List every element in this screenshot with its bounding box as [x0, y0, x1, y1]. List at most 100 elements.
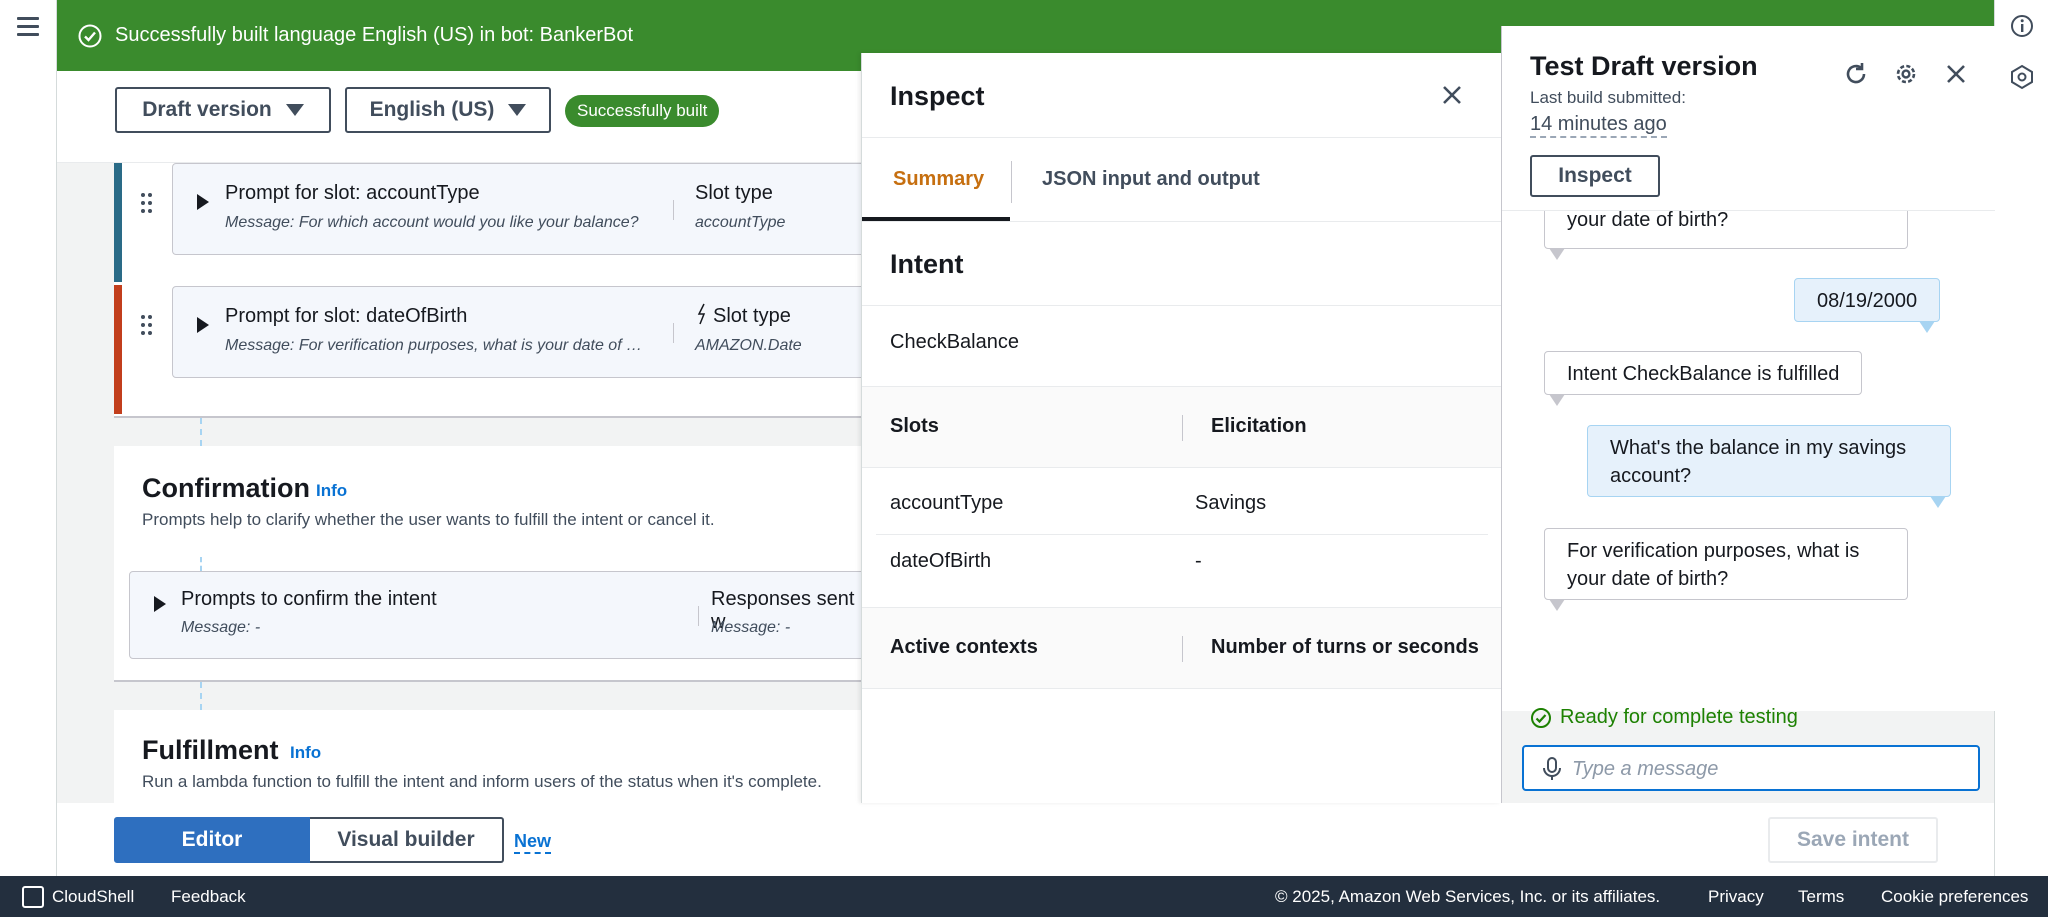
turns-header: Number of turns or seconds: [1211, 636, 1479, 658]
active-contexts-header: Active contexts: [890, 636, 1038, 658]
header-toolbar: Draft version English (US) Successfully …: [57, 71, 861, 163]
flow-connector: [200, 418, 202, 446]
caret-down-icon: [508, 104, 527, 116]
intent-heading: Intent: [890, 249, 964, 279]
ready-text: Ready for complete testing: [1560, 706, 1798, 728]
divider: [698, 606, 699, 626]
slot-prompt-row[interactable]: Prompt for slot: dateOfBirth Message: Fo…: [172, 286, 861, 378]
test-panel: Test Draft version Last build submitted:…: [1501, 26, 1995, 803]
slot-value: Savings: [1195, 492, 1267, 514]
slot-title: Prompt for slot: accountType: [225, 182, 480, 204]
elicitation-header: Elicitation: [1211, 415, 1307, 437]
fulfillment-title: Fulfillment: [142, 735, 279, 765]
menu-icon[interactable]: [17, 17, 39, 37]
drag-handle-icon[interactable]: [141, 315, 155, 337]
gear-icon[interactable]: [1892, 60, 1920, 88]
tab-summary[interactable]: Summary: [893, 168, 984, 191]
slot-name: dateOfBirth: [890, 550, 992, 572]
test-panel-header: Test Draft version Last build submitted:…: [1502, 26, 1995, 211]
version-dropdown[interactable]: Draft version: [115, 87, 331, 133]
divider: [876, 534, 1488, 535]
drag-handle-icon[interactable]: [141, 193, 155, 215]
last-build-label: Last build submitted:: [1530, 88, 1686, 107]
flow-connector: [200, 682, 202, 710]
divider: [862, 305, 1502, 306]
editor-tab[interactable]: Editor: [114, 817, 310, 863]
info-icon[interactable]: [2009, 13, 2035, 39]
cloudshell-icon[interactable]: [22, 886, 44, 908]
slot-prompt-row[interactable]: Prompt for slot: accountType Message: Fo…: [172, 163, 861, 255]
chat-message-user: What's the balance in my savings account…: [1587, 425, 1951, 508]
chat-message-text: 08/19/2000: [1817, 290, 1918, 312]
divider: [1011, 161, 1012, 203]
slot-type-label: Slot type: [713, 305, 791, 327]
slot-message: Message: For which account would you lik…: [225, 214, 639, 231]
expand-icon[interactable]: [154, 596, 166, 612]
fulfillment-info-link[interactable]: Info: [290, 743, 321, 763]
refresh-icon[interactable]: [1842, 60, 1870, 88]
confirmation-info-link[interactable]: Info: [316, 481, 347, 501]
ready-status: Ready for complete testing: [1530, 706, 1798, 729]
lex-icon[interactable]: [2009, 64, 2035, 90]
intent-editor: Prompt for slot: accountType Message: Fo…: [57, 163, 861, 803]
privacy-link[interactable]: Privacy: [1708, 887, 1764, 907]
slot-message: Message: For verification purposes, what…: [225, 337, 645, 354]
check-circle-icon: [1531, 707, 1551, 728]
slots-table-header: Slots Elicitation: [862, 386, 1502, 468]
slot-accent-bar: [114, 285, 122, 414]
lambda-icon: [697, 303, 706, 325]
visual-builder-tab[interactable]: Visual builder: [310, 817, 504, 863]
language-dropdown[interactable]: English (US): [345, 87, 551, 133]
divider: [1182, 415, 1183, 441]
flash-message: Successfully built language English (US)…: [115, 24, 634, 46]
confirmation-row-title: Prompts to confirm the intent: [181, 588, 437, 610]
chat-message-text: your date of birth?: [1567, 211, 1729, 231]
close-icon[interactable]: [1440, 83, 1464, 107]
confirmation-row-message: Message: -: [181, 619, 261, 636]
slot-name: accountType: [890, 492, 1004, 514]
language-label: English (US): [369, 98, 495, 121]
chat-message-bot: your date of birth?: [1544, 211, 1908, 260]
microphone-icon[interactable]: [1542, 757, 1562, 781]
right-rail: [1994, 0, 2048, 876]
save-intent-button[interactable]: Save intent: [1768, 817, 1938, 863]
divider: [673, 323, 674, 343]
message-input[interactable]: [1572, 755, 1967, 783]
caret-down-icon: [285, 104, 304, 116]
chat-message-text: For verification purposes, what is your …: [1567, 540, 1860, 590]
divider: [673, 200, 674, 220]
slot-value: -: [1195, 550, 1202, 572]
message-input-container: [1522, 745, 1980, 791]
chat-message-bot: Intent CheckBalance is fulfilled: [1544, 351, 1863, 406]
tab-json-input-output[interactable]: JSON input and output: [1042, 168, 1260, 191]
confirmation-title: Confirmation: [142, 473, 310, 503]
left-nav: [0, 0, 57, 876]
cloudshell-link[interactable]: CloudShell: [52, 887, 134, 907]
last-build-time[interactable]: 14 minutes ago: [1530, 113, 1667, 138]
cookie-preferences-link[interactable]: Cookie preferences: [1881, 887, 2028, 907]
intent-name: CheckBalance: [890, 331, 1019, 353]
inspect-button[interactable]: Inspect: [1530, 155, 1660, 197]
divider: [862, 137, 1502, 138]
expand-icon[interactable]: [197, 194, 209, 210]
confirmation-description: Prompts help to clarify whether the user…: [142, 510, 715, 529]
fulfillment-description: Run a lambda function to fulfill the int…: [142, 772, 822, 791]
confirmation-prompt-row[interactable]: Prompts to confirm the intent Message: -…: [129, 571, 861, 659]
chat-message-text: What's the balance in my savings account…: [1610, 437, 1907, 487]
terms-link[interactable]: Terms: [1798, 887, 1844, 907]
expand-icon[interactable]: [197, 317, 209, 333]
divider: [1182, 636, 1183, 662]
check-circle-icon: [78, 24, 102, 47]
chat-message-user: 08/19/2000: [1794, 278, 1941, 333]
flow-connector: [200, 557, 202, 571]
slot-accent-bar: [114, 163, 122, 282]
inspect-title: Inspect: [890, 81, 985, 111]
slot-type-label: Slot type: [695, 182, 773, 204]
new-badge-link[interactable]: New: [514, 831, 552, 854]
slot-type-value: AMAZON.Date: [695, 337, 802, 354]
view-toggle: Editor Visual builder: [114, 817, 504, 863]
close-icon[interactable]: [1942, 60, 1970, 88]
feedback-link[interactable]: Feedback: [171, 887, 246, 907]
copyright-text: © 2025, Amazon Web Services, Inc. or its…: [1275, 887, 1661, 906]
slot-title: Prompt for slot: dateOfBirth: [225, 305, 468, 327]
